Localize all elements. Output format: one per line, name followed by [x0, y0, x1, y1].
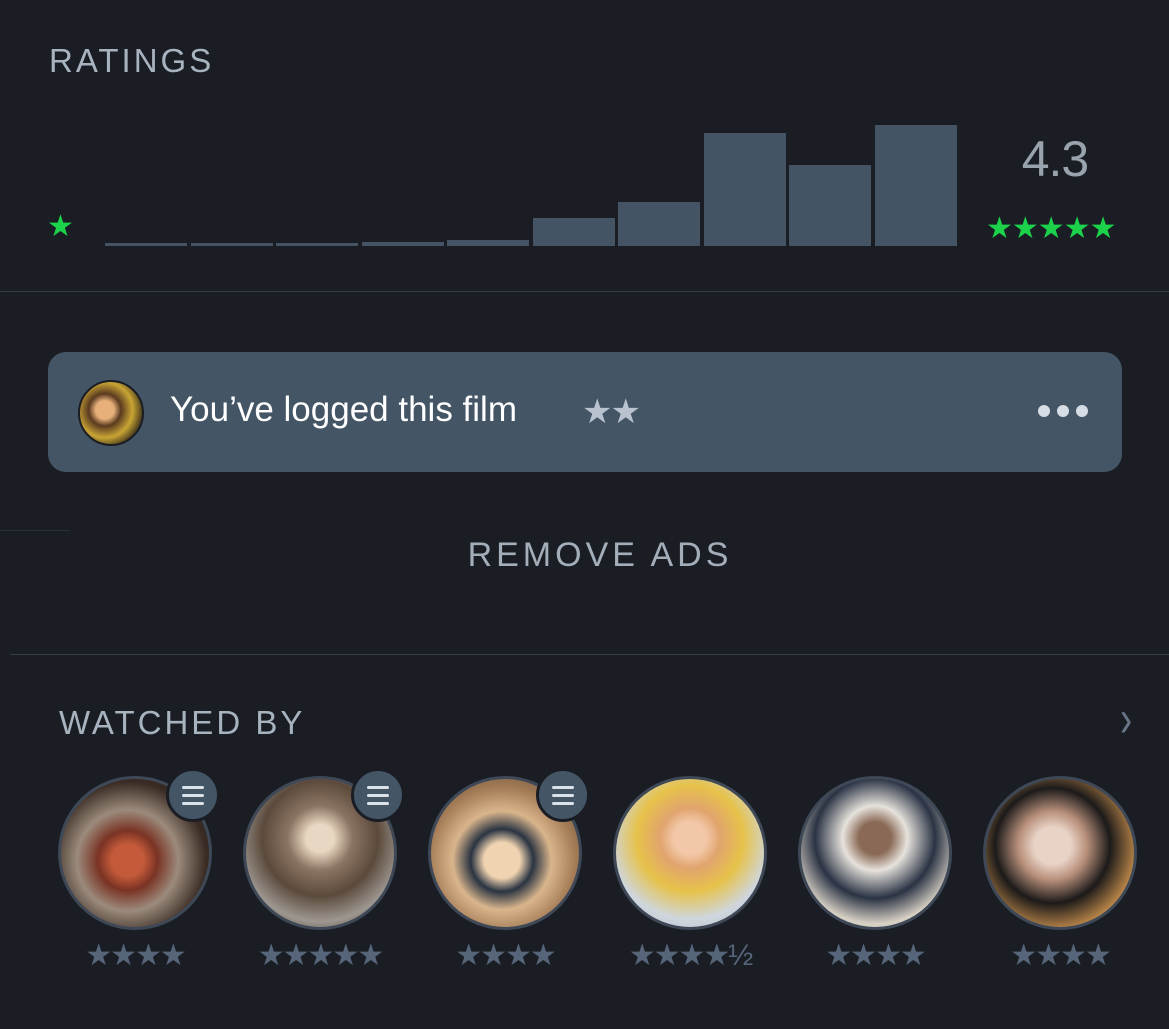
- histogram-bar-3-5-star[interactable]: [618, 202, 700, 246]
- member-rating: ★★★★: [85, 939, 187, 972]
- member-rating: ★★★★★: [257, 939, 384, 972]
- member-rating: ★★★★: [825, 939, 927, 972]
- user-avatar: [78, 380, 144, 446]
- dot: [1076, 405, 1088, 417]
- watched-by-member[interactable]: ★★★★: [798, 776, 952, 976]
- ratings-title: RATINGS: [49, 42, 215, 79]
- more-options-icon[interactable]: [1038, 402, 1094, 420]
- histogram-bar-2-star[interactable]: [362, 242, 444, 246]
- histogram-bar-5-star[interactable]: [875, 125, 957, 246]
- histogram-bar-4-star[interactable]: [704, 133, 786, 246]
- histogram-bar-2-5-star[interactable]: [447, 240, 529, 246]
- list-icon[interactable]: [536, 768, 590, 822]
- member-rating: ★★★★½: [628, 939, 754, 972]
- chevron-right-icon[interactable]: ›: [1120, 693, 1148, 745]
- average-rating[interactable]: 4.3: [1000, 130, 1110, 188]
- member-avatar[interactable]: [798, 776, 952, 930]
- watched-by-member[interactable]: ★★★★: [58, 768, 220, 976]
- max-rating-stars-icon: ★★★★★: [986, 212, 1116, 245]
- section-divider: [10, 654, 1169, 655]
- histogram-bar-1-star[interactable]: [191, 243, 273, 246]
- histogram-bar-4-5-star[interactable]: [789, 165, 871, 246]
- logged-film-text: You’ve logged this film: [170, 390, 517, 429]
- ratings-histogram: [105, 120, 959, 246]
- watched-by-member[interactable]: ★★★★: [428, 768, 590, 976]
- watched-by-member[interactable]: ★★★★★: [243, 768, 405, 976]
- list-icon[interactable]: [351, 768, 405, 822]
- dot: [1057, 405, 1069, 417]
- logged-film-card[interactable]: You’ve logged this film ★★: [48, 352, 1122, 472]
- min-rating-star-icon: ★: [47, 210, 74, 243]
- user-rating-stars: ★★: [582, 393, 641, 431]
- member-avatar[interactable]: [983, 776, 1137, 930]
- remove-ads-button[interactable]: REMOVE ADS: [0, 536, 1169, 575]
- list-icon[interactable]: [166, 768, 220, 822]
- watched-by-member[interactable]: ★★★★: [983, 776, 1137, 976]
- dot: [1038, 405, 1050, 417]
- member-rating: ★★★★: [455, 939, 557, 972]
- watched-by-member[interactable]: ★★★★½: [613, 776, 767, 976]
- section-divider: [0, 530, 70, 531]
- histogram-bar-3-star[interactable]: [533, 218, 615, 246]
- watched-by-title: WATCHED BY: [59, 704, 306, 741]
- member-avatar[interactable]: [613, 776, 767, 930]
- histogram-bar-1-5-star[interactable]: [276, 243, 358, 246]
- histogram-bar-half-star[interactable]: [105, 243, 187, 246]
- section-divider: [0, 291, 1169, 292]
- member-rating: ★★★★: [1010, 939, 1112, 972]
